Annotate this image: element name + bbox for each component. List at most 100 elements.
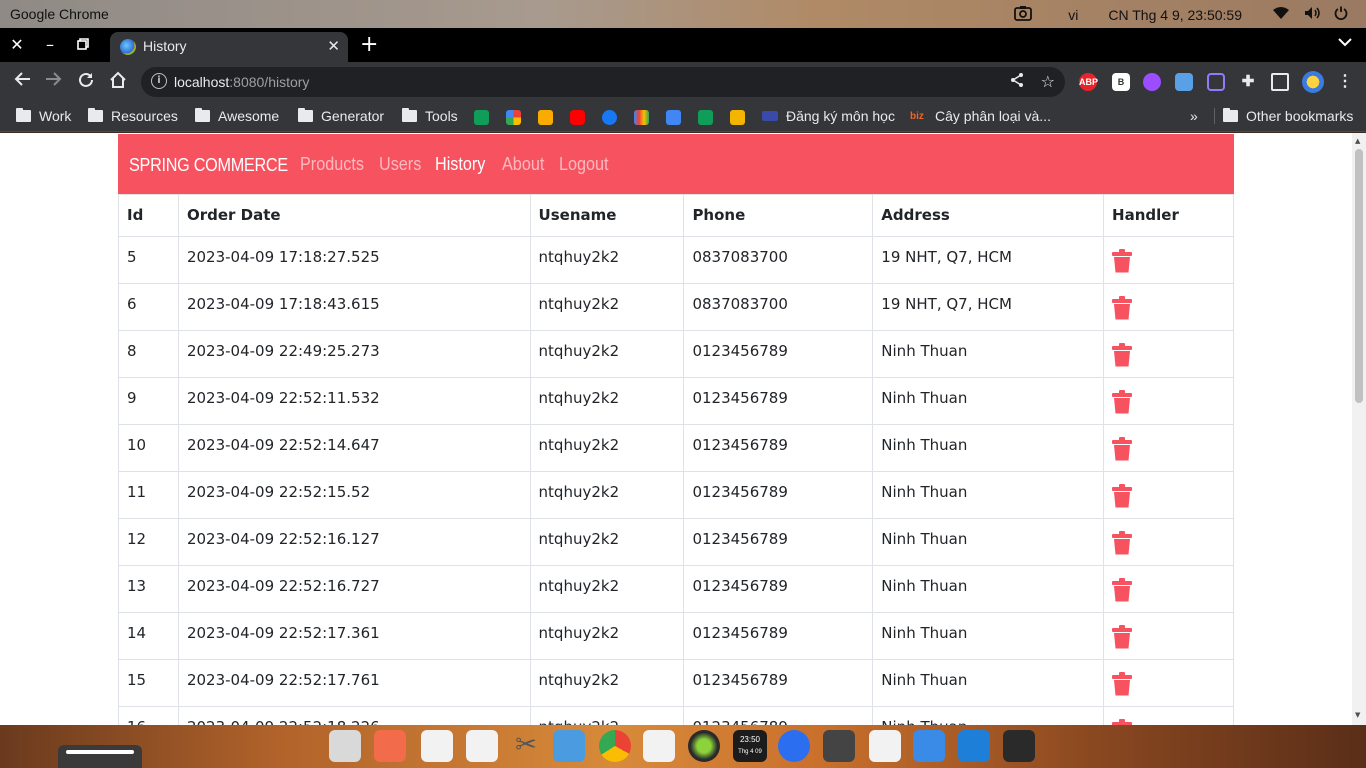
table-row: 8 2023-04-09 22:49:25.273 ntqhuy2k2 0123456… <box>118 330 1234 378</box>
power-icon[interactable] <box>1334 6 1348 23</box>
nav-history[interactable]: History <box>435 154 485 175</box>
bookmark-folder-work[interactable]: Work <box>16 108 71 124</box>
camera-dock-icon[interactable] <box>823 730 855 762</box>
address-url[interactable]: localhost:8080/history <box>174 74 309 90</box>
link-extension-icon[interactable] <box>1207 73 1225 91</box>
keep-bookmark-icon[interactable] <box>538 110 553 125</box>
delete-trash-icon[interactable] <box>1112 296 1133 320</box>
nav-about[interactable]: About <box>502 154 544 175</box>
scroll-down-icon[interactable]: ▼ <box>1355 711 1360 719</box>
nav-users[interactable]: Users <box>379 154 421 175</box>
nav-products[interactable]: Products <box>300 154 364 175</box>
bookmark-folder-generator[interactable]: Generator <box>298 108 384 124</box>
table-row: 13 2023-04-09 22:52:16.727 ntqhuy2k2 012345… <box>118 565 1234 613</box>
bookmark-folder-resources[interactable]: Resources <box>88 108 178 124</box>
file-manager-dock-icon[interactable] <box>553 730 585 762</box>
os-datetime[interactable]: CN Thg 4 9, 23:50:59 <box>1108 7 1242 23</box>
os-top-bar: Google Chrome vi CN Thg 4 9, 23:50:59 <box>0 0 1366 28</box>
other-bookmarks[interactable]: Other bookmarks <box>1214 108 1353 124</box>
folder-icon <box>88 108 103 122</box>
chrome-dock-icon[interactable] <box>599 730 631 762</box>
trash-dock-icon[interactable] <box>869 730 901 762</box>
navbar-brand[interactable]: SPRING COMMERCE <box>129 155 288 176</box>
extensions-puzzle-icon[interactable]: ✚ <box>1239 73 1257 91</box>
extension-card-icon[interactable] <box>1175 73 1193 91</box>
gmail-bookmark-icon[interactable] <box>634 110 649 125</box>
tab-search-chevron-icon[interactable] <box>1338 35 1352 51</box>
tab-history[interactable]: History ✕ <box>110 32 348 62</box>
cell-username: ntqhuy2k2 <box>529 612 685 660</box>
table-row: 6 2023-04-09 17:18:43.615 ntqhuy2k2 0837083… <box>118 283 1234 331</box>
delete-trash-icon[interactable] <box>1112 484 1133 508</box>
cell-phone: 0837083700 <box>683 236 874 284</box>
wifi-icon[interactable] <box>1272 6 1290 23</box>
profile-avatar[interactable] <box>1302 71 1324 93</box>
document-viewer-dock-icon[interactable] <box>421 730 453 762</box>
bookmark-folder-awesome[interactable]: Awesome <box>195 108 279 124</box>
delete-trash-icon[interactable] <box>1112 578 1133 602</box>
cell-handler <box>1103 236 1234 284</box>
delete-trash-icon[interactable] <box>1112 672 1133 696</box>
window-close-icon[interactable]: ✕ <box>7 35 27 54</box>
new-tab-icon[interactable]: + <box>360 32 378 57</box>
back-icon[interactable] <box>11 71 33 92</box>
chrome-menu-icon[interactable]: ⋮ <box>1336 73 1354 91</box>
table-row: 14 2023-04-09 22:52:17.361 ntqhuy2k2 012345… <box>118 612 1234 660</box>
delete-trash-icon[interactable] <box>1112 390 1133 414</box>
screenshot-tool-dock-icon[interactable]: ✂ <box>510 730 542 762</box>
slides-bookmark-icon[interactable] <box>730 110 745 125</box>
share-icon[interactable] <box>1009 72 1025 92</box>
header-handler: Handler <box>1103 194 1234 237</box>
facebook-bookmark-icon[interactable] <box>602 110 617 125</box>
dock-taskbar-handle[interactable] <box>58 745 142 768</box>
os-language[interactable]: vi <box>1068 7 1078 23</box>
clock-dock-widget[interactable]: 23:50 Thg 4 09 <box>733 730 767 762</box>
volume-icon[interactable] <box>1304 6 1320 23</box>
bookmark-dang-ky-mon-hoc[interactable]: Đăng ký môn học <box>762 108 895 124</box>
cell-phone: 0123456789 <box>683 659 874 707</box>
nav-logout[interactable]: Logout <box>559 154 609 175</box>
app-store-dock-icon[interactable] <box>643 730 675 762</box>
delete-trash-icon[interactable] <box>1112 343 1133 367</box>
scroll-up-icon[interactable]: ▲ <box>1355 137 1360 145</box>
image-viewer-dock-icon[interactable] <box>374 730 406 762</box>
window-minimize-icon[interactable]: – <box>40 35 60 54</box>
cell-phone: 0123456789 <box>683 565 874 613</box>
home-icon[interactable] <box>107 71 129 94</box>
address-bar[interactable]: i localhost:8080/history ☆ <box>141 67 1065 97</box>
bookmark-folder-tools[interactable]: Tools <box>402 108 458 124</box>
updater-dock-icon[interactable] <box>913 730 945 762</box>
cell-phone: 0123456789 <box>683 706 874 725</box>
extension-purple-icon[interactable] <box>1143 73 1161 91</box>
b-extension-icon[interactable]: B <box>1112 73 1130 91</box>
bookmark-cay-phan-loai[interactable]: biz Cây phân loại và... <box>910 108 1051 124</box>
reload-icon[interactable] <box>75 71 97 94</box>
page-scrollbar[interactable]: ▲ ▼ <box>1352 133 1366 725</box>
site-info-icon[interactable]: i <box>151 73 167 89</box>
bookmarks-overflow-icon[interactable]: » <box>1190 108 1198 124</box>
tab-close-icon[interactable]: ✕ <box>327 37 340 55</box>
docs-bookmark-icon[interactable] <box>666 110 681 125</box>
media-player-dock-icon[interactable] <box>688 730 720 762</box>
delete-trash-icon[interactable] <box>1112 625 1133 649</box>
forward-icon[interactable] <box>43 71 65 92</box>
youtube-bookmark-icon[interactable] <box>570 110 585 125</box>
side-panel-icon[interactable] <box>1271 73 1289 91</box>
vscode-dock-icon[interactable] <box>958 730 990 762</box>
sheets-bookmark-icon[interactable] <box>474 110 489 125</box>
delete-trash-icon[interactable] <box>1112 249 1133 273</box>
terminal-dock-icon[interactable] <box>1003 730 1035 762</box>
text-editor-dock-icon[interactable] <box>466 730 498 762</box>
adblock-icon[interactable]: ABP <box>1079 73 1098 91</box>
wps-dock-icon[interactable] <box>778 730 810 762</box>
photos-bookmark-icon[interactable] <box>506 110 521 125</box>
sheets2-bookmark-icon[interactable] <box>698 110 713 125</box>
scroll-thumb[interactable] <box>1355 149 1363 403</box>
page-viewport: SPRING COMMERCE Products Users History A… <box>0 133 1352 725</box>
files-dock-icon[interactable] <box>329 730 361 762</box>
screenshot-icon[interactable] <box>1014 5 1033 24</box>
bookmark-star-icon[interactable]: ☆ <box>1041 72 1055 91</box>
delete-trash-icon[interactable] <box>1112 437 1133 461</box>
delete-trash-icon[interactable] <box>1112 531 1133 555</box>
window-restore-icon[interactable] <box>73 35 93 54</box>
